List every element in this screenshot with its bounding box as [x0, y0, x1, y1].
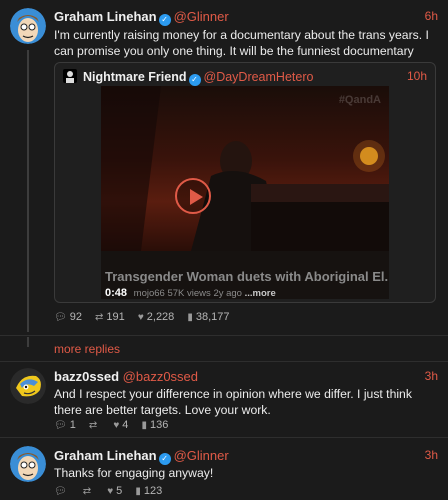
video-views: 57K views	[167, 288, 211, 299]
video-embed[interactable]: #QandA Transgender Woman duets with Abor…	[101, 86, 389, 299]
like-button[interactable]: ♥ 4	[113, 419, 128, 431]
avatar[interactable]	[10, 368, 46, 404]
bar-chart-icon: ▮	[187, 312, 193, 323]
video-duration: 0:48	[105, 287, 128, 299]
avatar[interactable]	[10, 446, 46, 482]
bar-chart-icon: ▮	[135, 486, 141, 497]
tweet-reply[interactable]: Graham Linehan ✓ @Glinner 3h Thanks for en…	[0, 438, 448, 500]
author-handle[interactable]: @Glinner	[174, 9, 229, 24]
reply-button[interactable]: 💬︎ 92	[54, 311, 82, 323]
views-count[interactable]: ▮ 136	[141, 419, 168, 431]
retweet-button[interactable]: ⇄	[83, 485, 94, 497]
retweet-button[interactable]: ⇄ 191	[95, 311, 125, 323]
speech-bubble-icon: 💬︎	[54, 486, 67, 497]
quoted-author-name[interactable]: Nightmare Friend	[83, 70, 187, 84]
video-channel[interactable]: mojo66	[134, 288, 165, 299]
video-age: 2y ago	[213, 288, 242, 299]
author-name[interactable]: bazz0ssed	[54, 369, 119, 384]
video-watermark: #QandA	[338, 94, 381, 106]
timestamp[interactable]: 3h	[425, 448, 438, 462]
video-title[interactable]: Transgender Woman duets with Aboriginal …	[105, 269, 389, 284]
like-button[interactable]: ♥ 2,228	[138, 311, 174, 323]
quoted-timestamp[interactable]: 10h	[407, 69, 427, 83]
thread-line	[27, 337, 29, 347]
verified-badge-icon: ✓	[158, 14, 171, 26]
tweet-reply[interactable]: bazz0ssed @bazz0ssed 3h And I respect yo…	[0, 362, 448, 437]
speech-bubble-icon: 💬︎	[54, 420, 67, 431]
avatar[interactable]	[10, 8, 46, 44]
verified-badge-icon: ✓	[188, 74, 201, 86]
views-count[interactable]: ▮ 38,177	[187, 311, 229, 323]
reply-button[interactable]: 💬︎ 1	[54, 419, 76, 431]
retweet-button[interactable]: ⇄	[89, 419, 100, 431]
tweet-text: Thanks for engaging anyway!	[54, 466, 214, 480]
heart-icon: ♥	[137, 312, 144, 323]
timestamp[interactable]: 3h	[425, 369, 438, 383]
heart-icon: ♥	[107, 486, 114, 497]
more-replies-link[interactable]: more replies	[54, 342, 120, 356]
quoted-tweet[interactable]: Nightmare Friend ✓ @DayDreamHetero 10h #Qa…	[54, 62, 436, 303]
retweet-icon: ⇄	[88, 420, 98, 431]
author-handle[interactable]: @Glinner	[174, 448, 229, 463]
video-more-link[interactable]: ...more	[245, 288, 276, 299]
views-count[interactable]: ▮ 123	[135, 485, 162, 497]
tweet-main[interactable]: Graham Linehan ✓ @Glinner 6h I'm currently…	[0, 0, 448, 335]
divider	[0, 335, 448, 336]
play-button[interactable]	[175, 178, 211, 214]
author-handle[interactable]: @bazz0ssed	[123, 369, 198, 384]
quoted-author-handle[interactable]: @DayDreamHetero	[204, 70, 314, 84]
bar-chart-icon: ▮	[141, 420, 147, 431]
author-name[interactable]: Graham Linehan	[54, 9, 157, 24]
retweet-icon: ⇄	[95, 312, 104, 323]
speech-bubble-icon: 💬︎	[54, 312, 67, 323]
author-name[interactable]: Graham Linehan	[54, 448, 157, 463]
timestamp[interactable]: 6h	[425, 9, 438, 23]
reply-button[interactable]: 💬︎	[54, 485, 70, 497]
verified-badge-icon: ✓	[158, 453, 171, 465]
tweet-text: And I respect your difference in opinion…	[54, 387, 412, 417]
heart-icon: ♥	[113, 420, 120, 431]
quoted-avatar[interactable]	[63, 69, 77, 83]
video-thumbnail	[101, 86, 389, 251]
like-button[interactable]: ♥ 5	[107, 485, 122, 497]
retweet-icon: ⇄	[82, 486, 92, 497]
